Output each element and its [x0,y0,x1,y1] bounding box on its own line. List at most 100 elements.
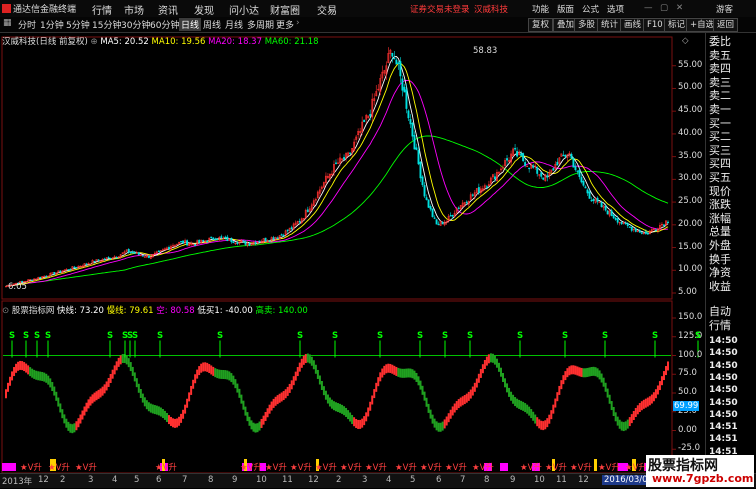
v-up-label: ★V升 [340,463,362,473]
login-notice[interactable]: 证券交易未登录 [410,3,470,15]
candle-body [425,197,428,200]
time-axis-label: 10 [534,475,545,485]
menu-market[interactable]: 市场 [124,2,144,17]
price-tick-label: 10.00 [678,264,703,275]
candle-body [449,215,452,217]
candle-body [272,237,275,240]
candle-body [186,240,189,246]
window-icon[interactable]: ▢ [660,3,668,13]
price-tick-label: 25.00 [678,196,703,207]
auto-quote-label[interactable]: 行情 [709,319,731,332]
menu-wenxiaoda[interactable]: 问小达 [229,2,259,17]
kline-chart[interactable] [0,33,705,473]
stats-button[interactable]: 统计 [597,18,623,32]
time-axis-label: 2 [336,475,342,485]
menu-function[interactable]: 功能 [532,3,549,15]
quote-field-label: 现价 [709,184,731,198]
quote-field-label: 买三 [709,143,731,157]
menu-quotes[interactable]: 行情 [92,2,112,17]
menu-options[interactable]: 选项 [607,3,624,15]
tick-time-label: 14:50 [709,397,738,408]
menu-discover[interactable]: 发现 [194,2,214,17]
multi-stock-button[interactable]: 多股 [574,18,600,32]
indicator-tick-label: 0.00 [678,424,697,435]
candle-body [276,237,279,239]
candle-body [397,62,400,64]
menu-trade[interactable]: 交易 [317,2,337,17]
time-axis-label: 4 [386,475,392,485]
back-button[interactable]: 返回 [713,18,739,32]
candle-body [634,228,637,232]
tick-time-label: 14:50 [709,409,738,420]
period-weekly[interactable]: 周线 [203,18,221,31]
candle-body [437,223,440,226]
candle-body [532,165,535,168]
candle-body [290,227,293,229]
tick-time-label: 14:51 [709,422,738,433]
adjust-button[interactable]: 复权 [528,18,554,32]
candle-body [232,241,235,244]
quote-field-label: 买二 [709,130,731,144]
candle-body [616,218,619,223]
candle-body [282,235,285,237]
candle-body [610,210,613,216]
period-multi[interactable]: 多周期 [247,18,274,31]
guest-user[interactable]: 游客 [716,3,733,15]
expand-icon[interactable]: ⊕ [91,37,98,47]
chart-icon[interactable]: ▦ [3,18,12,28]
indicator-tick-label: 100.0 [678,349,703,360]
period-monthly[interactable]: 月线 [225,18,243,31]
candle-body [584,186,587,189]
candle-body [180,241,183,243]
time-axis-label: 2 [60,475,66,485]
low-price-label: 6.05 [8,282,27,292]
candle-body [552,168,555,171]
period-30min[interactable]: 30分钟 [121,18,150,31]
candle-body [147,255,150,259]
time-axis-label: 7 [182,475,188,485]
candle-body [588,191,591,199]
candle-body [576,170,579,172]
candle-body [520,153,523,156]
chart-settings-icon[interactable]: ◇ [682,36,689,46]
v-up-label: ★V升 [520,463,542,473]
more-chevron-icon[interactable]: › [296,18,300,28]
menu-layout[interactable]: 版面 [557,3,574,15]
candle-body [620,222,623,225]
minimize-icon[interactable]: — [644,3,653,13]
period-15min[interactable]: 15分钟 [92,18,121,31]
period-1min[interactable]: 1分钟 [40,18,64,31]
time-axis-label: 9 [232,475,238,485]
close-window-icon[interactable]: ✕ [676,3,683,13]
auto-quote-label[interactable]: 自动 [709,305,731,318]
indicator-settings-icon[interactable]: ⊙ [2,306,9,316]
quote-field-label: 外盘 [709,239,731,252]
period-intraday[interactable]: 分时 [18,18,36,31]
candle-body [363,119,366,123]
candle-body [194,244,197,246]
time-axis-label: 9 [510,475,516,485]
candle-body [429,206,432,210]
candle-body [254,242,257,244]
menu-news[interactable]: 资讯 [158,2,178,17]
high-price-label: 58.83 [473,46,498,56]
s-signal-label: S [442,330,449,341]
chart-area[interactable]: 汉威科技(日线 前复权) ⊕ MA5: 20.52 MA10: 19.56 MA… [0,33,705,489]
candle-body [268,240,271,242]
candle-body [546,175,549,178]
v-up-label: ★V升 [265,463,287,473]
time-axis-label: 8 [208,475,214,485]
candle-body [471,194,474,196]
candle-body [335,162,337,164]
period-daily[interactable]: 日线 [179,18,202,31]
menu-wealth-circle[interactable]: 财富圈 [270,2,300,17]
v-up-label: ★V升 [472,463,494,473]
draw-line-button[interactable]: 画线 [620,18,646,32]
candle-body [433,217,436,219]
period-more[interactable]: 更多 [276,18,294,31]
candle-body [206,240,209,243]
period-60min[interactable]: 60分钟 [150,18,179,31]
period-5min[interactable]: 5分钟 [66,18,90,31]
price-tick-label: 5.00 [678,287,697,297]
menu-formula[interactable]: 公式 [582,3,599,15]
